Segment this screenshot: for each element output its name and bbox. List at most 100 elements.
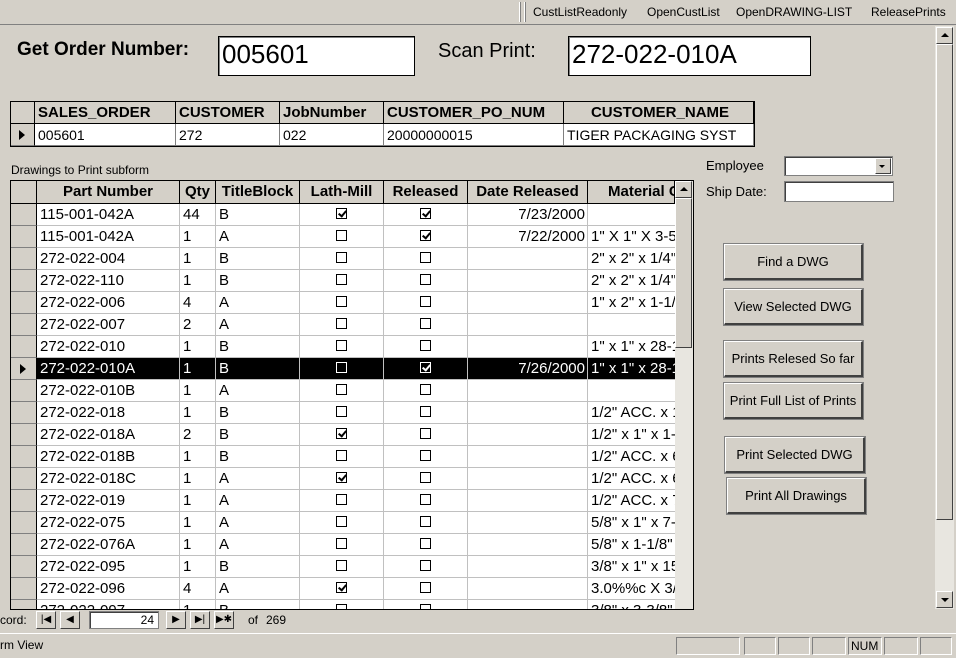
cell-released[interactable]	[384, 314, 468, 336]
unchecked-checkbox[interactable]	[336, 494, 347, 505]
cell-qty[interactable]: 1	[180, 556, 216, 578]
cell-lath-mill[interactable]	[300, 424, 384, 446]
table-row[interactable]: 272-022-075 1 A 5/8" x 1" x 7-	[11, 512, 678, 534]
unchecked-checkbox[interactable]	[420, 428, 431, 439]
opencustlist-button[interactable]: OpenCustList	[647, 4, 720, 20]
cell-date-released[interactable]	[468, 270, 588, 292]
col-header-material[interactable]: Material C	[588, 181, 675, 204]
row-selector[interactable]	[11, 270, 37, 292]
row-selector[interactable]	[11, 204, 37, 226]
unchecked-checkbox[interactable]	[336, 560, 347, 571]
cell-released[interactable]	[384, 248, 468, 270]
cell-date-released[interactable]	[468, 336, 588, 358]
unchecked-checkbox[interactable]	[420, 318, 431, 329]
cell-date-released[interactable]	[468, 314, 588, 336]
row-selector[interactable]	[11, 446, 37, 468]
cell-titleblock[interactable]: A	[216, 578, 300, 600]
cell-titleblock[interactable]: A	[216, 490, 300, 512]
cell-released[interactable]	[384, 292, 468, 314]
unchecked-checkbox[interactable]	[420, 494, 431, 505]
cell-lath-mill[interactable]	[300, 292, 384, 314]
cell-date-released[interactable]: 7/22/2000	[468, 226, 588, 248]
cell-material[interactable]	[588, 380, 678, 402]
table-row[interactable]: 272-022-018B 1 B 1/2" ACC. x 6	[11, 446, 678, 468]
row-selector[interactable]	[11, 226, 37, 248]
cell-qty[interactable]: 1	[180, 600, 216, 609]
cell-part-number[interactable]: 272-022-096	[37, 578, 180, 600]
unchecked-checkbox[interactable]	[420, 406, 431, 417]
cell-part-number[interactable]: 272-022-097	[37, 600, 180, 609]
cell-titleblock[interactable]: A	[216, 380, 300, 402]
cell-released[interactable]	[384, 534, 468, 556]
col-header-titleblock[interactable]: TitleBlock	[216, 181, 300, 204]
cell-date-released[interactable]	[468, 468, 588, 490]
new-record-button[interactable]: ▶✱	[214, 611, 234, 629]
checked-checkbox[interactable]	[420, 230, 431, 241]
cell-date-released[interactable]	[468, 446, 588, 468]
unchecked-checkbox[interactable]	[336, 384, 347, 395]
cell-released[interactable]	[384, 600, 468, 609]
table-row[interactable]: 272-022-110 1 B 2" x 2" x 1/4"	[11, 270, 678, 292]
cell-part-number[interactable]: 272-022-010B	[37, 380, 180, 402]
col-header-lath-mill[interactable]: Lath-Mill	[300, 181, 384, 204]
table-row[interactable]: 272-022-006 4 A 1" x 2" x 1-1/4	[11, 292, 678, 314]
cell-released[interactable]	[384, 226, 468, 248]
opendrawing-list-button[interactable]: OpenDRAWING-LIST	[736, 4, 852, 20]
col-header-customer-name[interactable]: CUSTOMER_NAME	[564, 102, 754, 124]
grid-scrollbar[interactable]	[675, 181, 693, 609]
cell-material[interactable]: 1" x 1" x 28-1	[588, 358, 678, 380]
cell-customer-name[interactable]: TIGER PACKAGING SYST	[564, 124, 754, 146]
toolbar-grip[interactable]	[519, 2, 521, 22]
cell-part-number[interactable]: 272-022-018B	[37, 446, 180, 468]
cell-material[interactable]: 3/8" x 3-3/8"	[588, 600, 678, 609]
cell-date-released[interactable]	[468, 380, 588, 402]
cell-lath-mill[interactable]	[300, 468, 384, 490]
unchecked-checkbox[interactable]	[336, 450, 347, 461]
checked-checkbox[interactable]	[336, 472, 347, 483]
employee-combobox[interactable]	[784, 156, 893, 176]
scan-print-input[interactable]: 272-022-010A	[568, 36, 811, 76]
next-record-button[interactable]: ▶	[166, 611, 186, 629]
cell-date-released[interactable]: 7/26/2000	[468, 358, 588, 380]
record-number-input[interactable]: 24	[89, 611, 159, 629]
cell-qty[interactable]: 1	[180, 336, 216, 358]
col-header-date-released[interactable]: Date Released	[468, 181, 588, 204]
cell-date-released[interactable]	[468, 600, 588, 609]
cell-lath-mill[interactable]	[300, 380, 384, 402]
cell-qty[interactable]: 1	[180, 512, 216, 534]
cell-titleblock[interactable]: B	[216, 402, 300, 424]
employee-dropdown-button[interactable]	[875, 158, 891, 174]
unchecked-checkbox[interactable]	[336, 296, 347, 307]
cell-lath-mill[interactable]	[300, 578, 384, 600]
row-selector[interactable]	[11, 490, 37, 512]
table-row[interactable]: 272-022-010 1 B 1" x 1" x 28-1	[11, 336, 678, 358]
cell-part-number[interactable]: 115-001-042A	[37, 226, 180, 248]
cell-qty[interactable]: 1	[180, 358, 216, 380]
cell-lath-mill[interactable]	[300, 490, 384, 512]
table-row[interactable]: 272-022-0971B 3/8" x 3-3/8"	[11, 600, 678, 609]
cell-qty[interactable]: 1	[180, 226, 216, 248]
checked-checkbox[interactable]	[420, 208, 431, 219]
unchecked-checkbox[interactable]	[420, 252, 431, 263]
table-row[interactable]: 272-022-018C 1 A 1/2" ACC. x 6	[11, 468, 678, 490]
cell-released[interactable]	[384, 402, 468, 424]
view-selected-dwg-button[interactable]: View Selected DWG	[723, 288, 864, 326]
cell-qty[interactable]: 1	[180, 490, 216, 512]
cell-qty[interactable]: 4	[180, 578, 216, 600]
cell-material[interactable]: 1" x 2" x 1-1/4	[588, 292, 678, 314]
cell-lath-mill[interactable]	[300, 512, 384, 534]
cell-date-released[interactable]	[468, 490, 588, 512]
prints-released-button[interactable]: Prints Relesed So far	[723, 340, 864, 378]
cell-customer-po-num[interactable]: 20000000015	[384, 124, 564, 146]
cell-titleblock[interactable]: A	[216, 512, 300, 534]
cell-sales-order[interactable]: 005601	[35, 124, 176, 146]
cell-material[interactable]: 5/8" x 1" x 7-	[588, 512, 678, 534]
cell-material[interactable]: 3.0%%c X 3/	[588, 578, 678, 600]
cell-part-number[interactable]: 272-022-004	[37, 248, 180, 270]
form-scroll-thumb[interactable]	[936, 44, 953, 520]
cell-date-released[interactable]	[468, 292, 588, 314]
col-header-part-number[interactable]: Part Number	[37, 181, 180, 204]
col-header-customer[interactable]: CUSTOMER	[176, 102, 280, 124]
cell-date-released[interactable]	[468, 402, 588, 424]
unchecked-checkbox[interactable]	[336, 538, 347, 549]
